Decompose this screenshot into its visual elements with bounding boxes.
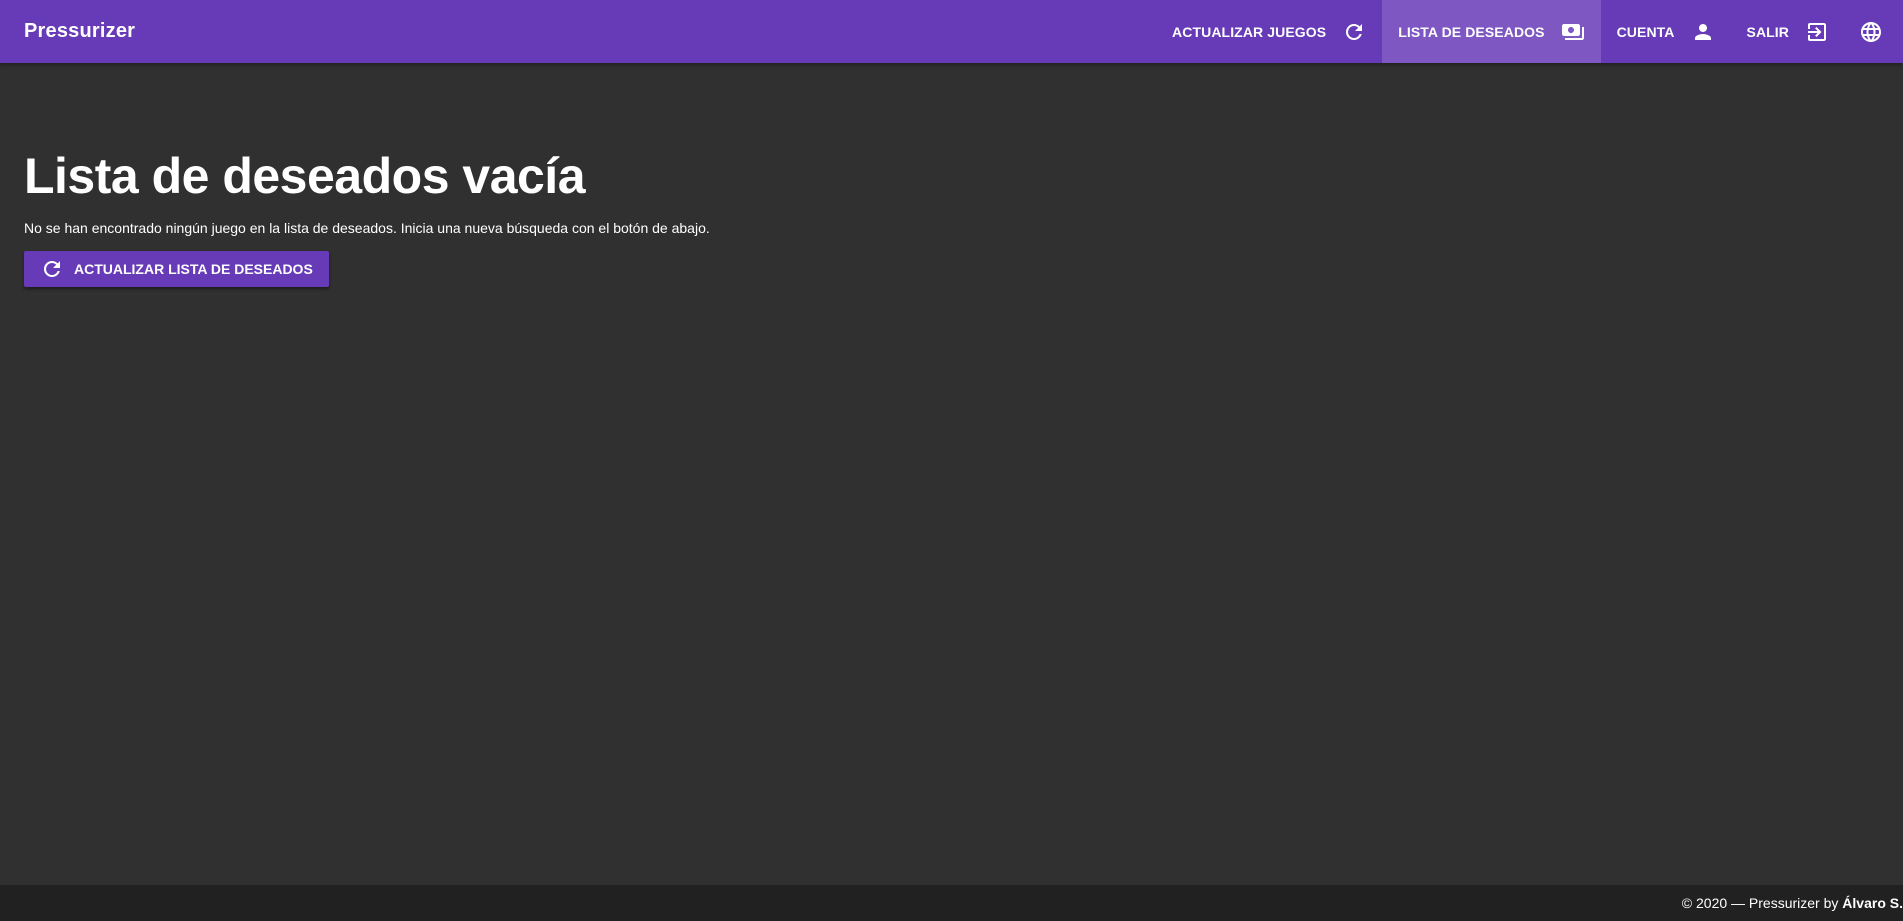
empty-state-description: No se han encontrado ningún juego en la …	[24, 220, 710, 236]
page-footer: © 2020 — Pressurizer by Álvaro S.	[0, 885, 1903, 921]
app-root: Pressurizer ACTUALIZAR JUEGOS LISTA DE D…	[0, 0, 1903, 921]
nav-account[interactable]: CUENTA	[1601, 0, 1731, 63]
main-nav: ACTUALIZAR JUEGOS LISTA DE DESEADOS CUEN…	[1156, 0, 1903, 63]
exit-icon	[1805, 20, 1829, 44]
nav-wishlist[interactable]: LISTA DE DESEADOS	[1382, 0, 1601, 63]
refresh-wishlist-button[interactable]: ACTUALIZAR LISTA DE DESEADOS	[24, 251, 329, 287]
refresh-icon	[1342, 20, 1366, 44]
page-title: Lista de deseados vacía	[24, 148, 586, 204]
money-icon	[1561, 20, 1585, 44]
nav-account-label: CUENTA	[1616, 23, 1675, 40]
nav-update-games-label: ACTUALIZAR JUEGOS	[1172, 23, 1327, 40]
footer-author: Álvaro S.	[1842, 895, 1903, 911]
refresh-icon	[40, 257, 64, 281]
footer-copyright: © 2020 — Pressurizer by	[1681, 895, 1843, 911]
globe-icon	[1859, 20, 1883, 44]
nav-logout[interactable]: SALIR	[1731, 0, 1846, 63]
refresh-wishlist-label: ACTUALIZAR LISTA DE DESEADOS	[74, 261, 313, 277]
nav-logout-label: SALIR	[1746, 23, 1789, 40]
app-title[interactable]: Pressurizer	[24, 20, 135, 43]
top-toolbar: Pressurizer ACTUALIZAR JUEGOS LISTA DE D…	[0, 0, 1903, 63]
main-content: Lista de deseados vacía No se han encont…	[24, 63, 1879, 287]
nav-update-games[interactable]: ACTUALIZAR JUEGOS	[1156, 0, 1382, 63]
person-icon	[1691, 20, 1715, 44]
nav-language[interactable]	[1845, 0, 1903, 63]
nav-wishlist-label: LISTA DE DESEADOS	[1398, 23, 1545, 40]
